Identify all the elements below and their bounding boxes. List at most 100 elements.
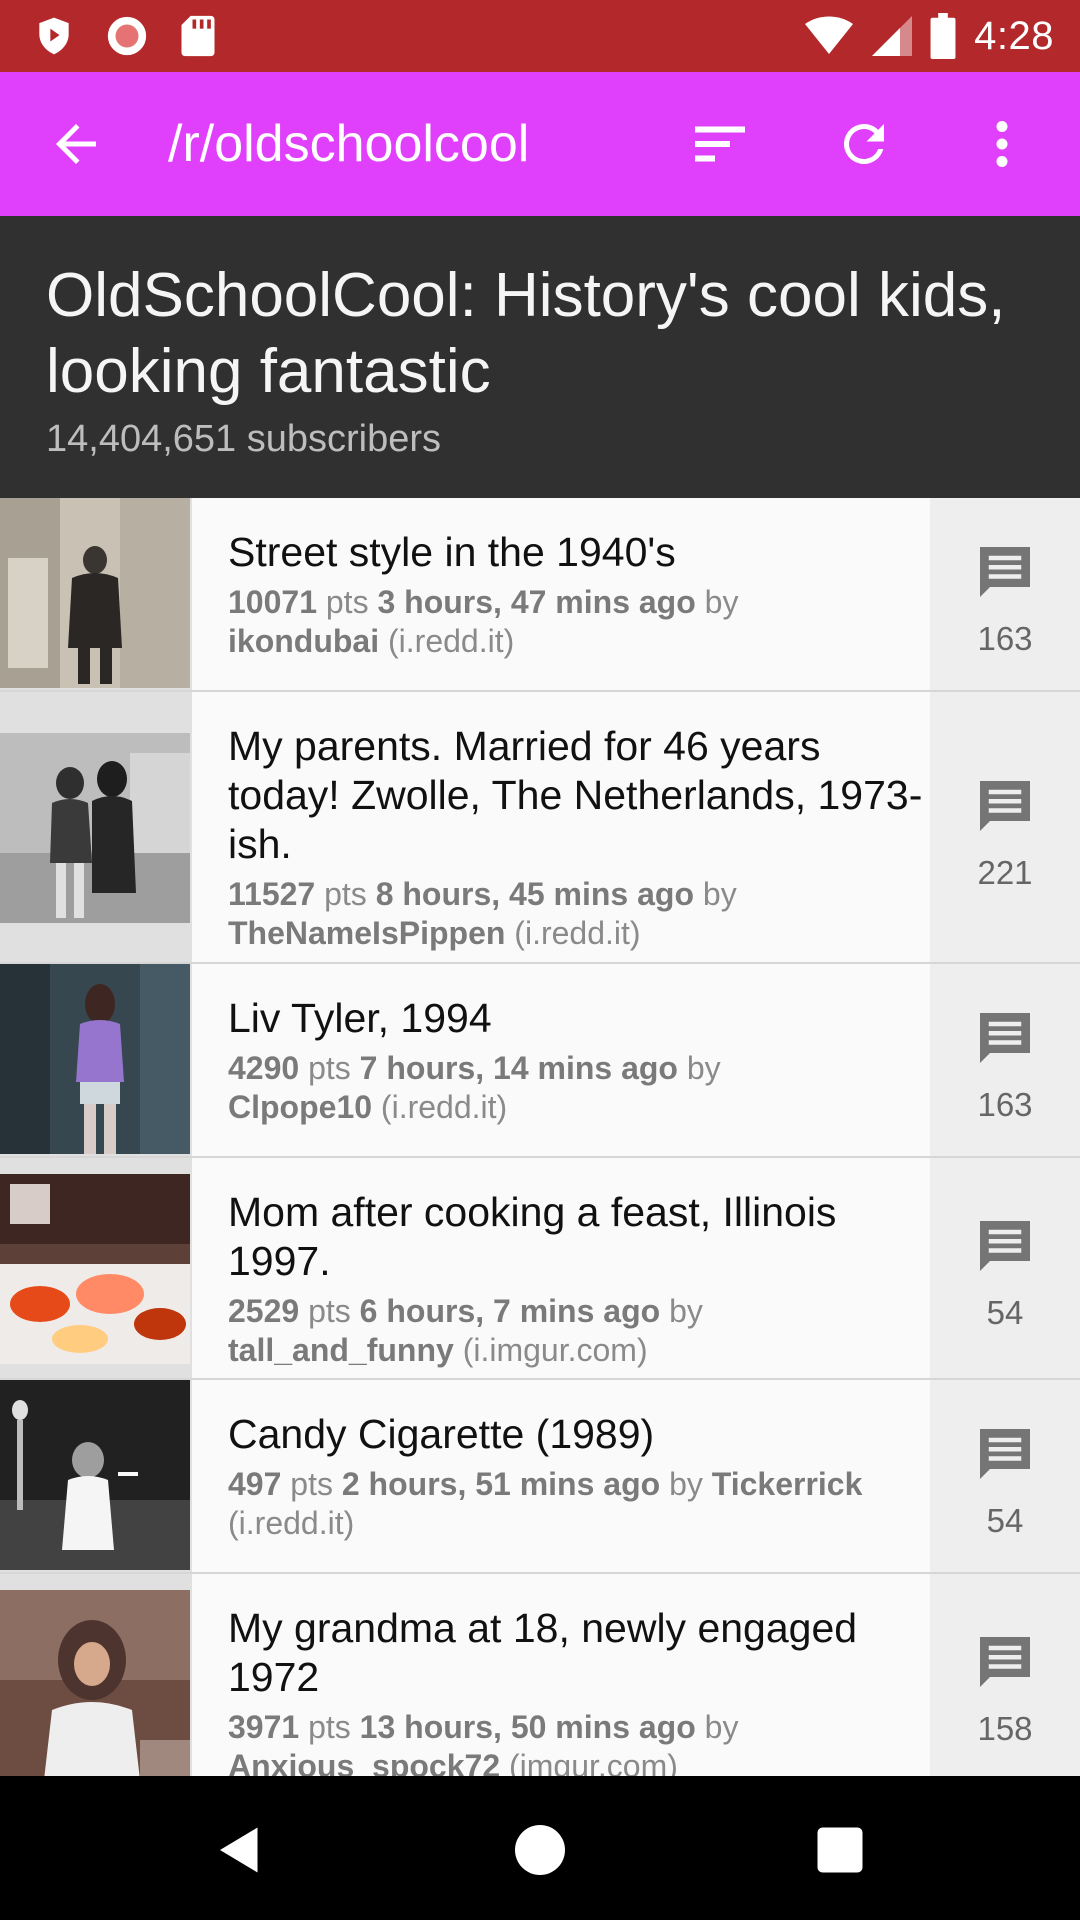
post-points: 4290: [228, 1050, 300, 1086]
post-points: 10071: [228, 584, 317, 620]
comment-icon: [980, 781, 1030, 831]
comments-button[interactable]: 54: [930, 1158, 1080, 1378]
comment-icon: [980, 547, 1030, 597]
comments-button[interactable]: 54: [930, 1380, 1080, 1572]
comments-button[interactable]: 158: [930, 1574, 1080, 1776]
by-label: by: [669, 1466, 703, 1502]
comment-count: 163: [977, 620, 1033, 657]
by-label: by: [702, 876, 737, 912]
post-item[interactable]: Street style in the 1940's 10071 pts 3 h…: [0, 498, 1080, 692]
post-meta: 10071 pts 3 hours, 47 mins ago by ikondu…: [228, 583, 928, 661]
record-notification-icon: [107, 16, 147, 56]
post-title[interactable]: My parents. Married for 46 years today! …: [228, 722, 928, 869]
post-points: 497: [228, 1466, 282, 1502]
post-item[interactable]: My parents. Married for 46 years today! …: [0, 692, 1080, 964]
comment-count: 158: [977, 1710, 1033, 1747]
post-domain: (imgur.com): [509, 1748, 678, 1776]
wifi-icon: [805, 16, 854, 54]
post-domain: (i.imgur.com): [462, 1332, 648, 1368]
home-circle-icon[interactable]: [510, 1820, 570, 1880]
points-label: pts: [308, 1050, 351, 1086]
subscriber-count: 14,404,651 subscribers: [46, 418, 442, 460]
post-author[interactable]: TheNameIsPippen: [228, 915, 505, 951]
toolbar: /r/oldschoolcool: [0, 72, 1080, 216]
post-thumbnail[interactable]: [0, 964, 190, 1154]
comment-icon: [980, 1429, 1030, 1479]
comment-icon: [980, 1013, 1030, 1063]
post-title[interactable]: Mom after cooking a feast, Illinois 1997…: [228, 1188, 928, 1286]
post-meta: 11527 pts 8 hours, 45 mins ago by TheNam…: [228, 875, 928, 953]
post-title[interactable]: My grandma at 18, newly engaged 1972: [228, 1604, 928, 1702]
comments-button[interactable]: 163: [930, 498, 1080, 690]
post-domain: (i.redd.it): [228, 1505, 355, 1541]
post-points: 2529: [228, 1293, 300, 1329]
points-label: pts: [324, 876, 367, 912]
post-points: 11527: [228, 876, 316, 912]
status-bar: 4:28: [0, 0, 1080, 72]
shield-notification-icon: [39, 17, 69, 55]
subreddit-header: OldSchoolCool: History's cool kids, look…: [0, 216, 1080, 498]
post-author[interactable]: Clpope10: [228, 1089, 372, 1125]
post-thumbnail[interactable]: [0, 1174, 190, 1364]
points-label: pts: [290, 1466, 333, 1502]
comment-count: 163: [977, 1086, 1033, 1123]
comment-icon: [980, 1221, 1030, 1271]
post-age: 2 hours, 51 mins ago: [341, 1466, 661, 1502]
post-thumbnail[interactable]: [0, 498, 190, 688]
system-nav-bar: [0, 1776, 1080, 1920]
post-thumbnail[interactable]: [0, 1380, 190, 1570]
post-thumbnail[interactable]: [0, 1590, 190, 1776]
post-author[interactable]: Tickerrick: [712, 1466, 863, 1502]
post-age: 3 hours, 47 mins ago: [377, 584, 696, 620]
comment-count: 54: [986, 1502, 1024, 1539]
subreddit-title: /r/oldschoolcool: [168, 115, 530, 173]
post-age: 13 hours, 50 mins ago: [359, 1709, 696, 1745]
post-domain: (i.redd.it): [388, 623, 515, 659]
clock: 4:28: [974, 13, 1054, 58]
signal-icon: [872, 16, 913, 56]
comment-count: 221: [977, 854, 1033, 891]
sd-card-icon: [181, 15, 215, 57]
post-meta: 3971 pts 13 hours, 50 mins ago by Anxiou…: [228, 1708, 928, 1776]
post-item[interactable]: Mom after cooking a feast, Illinois 1997…: [0, 1158, 1080, 1380]
post-author[interactable]: Anxious_spock72: [228, 1748, 500, 1776]
post-domain: (i.redd.it): [380, 1089, 508, 1125]
by-label: by: [704, 584, 739, 620]
comment-count: 54: [986, 1294, 1024, 1331]
by-label: by: [704, 1709, 739, 1745]
post-list: Street style in the 1940's 10071 pts 3 h…: [0, 498, 1080, 1776]
post-domain: (i.redd.it): [514, 915, 641, 951]
back-arrow-icon[interactable]: [46, 114, 106, 174]
by-label: by: [686, 1050, 721, 1086]
post-meta: 4290 pts 7 hours, 14 mins ago by Clpope1…: [228, 1049, 928, 1127]
comments-button[interactable]: 163: [930, 964, 1080, 1156]
post-meta: 497 pts 2 hours, 51 mins ago by Tickerri…: [228, 1465, 928, 1543]
comment-icon: [980, 1637, 1030, 1687]
subreddit-description: OldSchoolCool: History's cool kids, look…: [46, 261, 1006, 406]
comments-button[interactable]: 221: [930, 692, 1080, 962]
battery-icon: [930, 13, 956, 59]
post-age: 8 hours, 45 mins ago: [375, 876, 694, 912]
post-item[interactable]: Candy Cigarette (1989) 497 pts 2 hours, …: [0, 1380, 1080, 1574]
more-vert-icon[interactable]: [972, 114, 1032, 174]
post-age: 6 hours, 7 mins ago: [359, 1293, 661, 1329]
post-meta: 2529 pts 6 hours, 7 mins ago by tall_and…: [228, 1292, 928, 1370]
post-age: 7 hours, 14 mins ago: [359, 1050, 678, 1086]
sort-icon[interactable]: [690, 114, 750, 174]
points-label: pts: [325, 584, 369, 620]
post-points: 3971: [228, 1709, 300, 1745]
back-triangle-icon[interactable]: [210, 1820, 270, 1880]
points-label: pts: [308, 1293, 351, 1329]
post-title[interactable]: Candy Cigarette (1989): [228, 1410, 928, 1459]
post-item[interactable]: Liv Tyler, 1994 4290 pts 7 hours, 14 min…: [0, 964, 1080, 1158]
post-author[interactable]: tall_and_funny: [228, 1332, 454, 1368]
recents-square-icon[interactable]: [810, 1820, 870, 1880]
post-author[interactable]: ikondubai: [228, 623, 379, 659]
post-title[interactable]: Street style in the 1940's: [228, 528, 928, 577]
post-item[interactable]: My grandma at 18, newly engaged 1972 397…: [0, 1574, 1080, 1776]
points-label: pts: [308, 1709, 351, 1745]
by-label: by: [669, 1293, 703, 1329]
post-title[interactable]: Liv Tyler, 1994: [228, 994, 928, 1043]
refresh-icon[interactable]: [834, 114, 894, 174]
post-thumbnail[interactable]: [0, 733, 190, 923]
